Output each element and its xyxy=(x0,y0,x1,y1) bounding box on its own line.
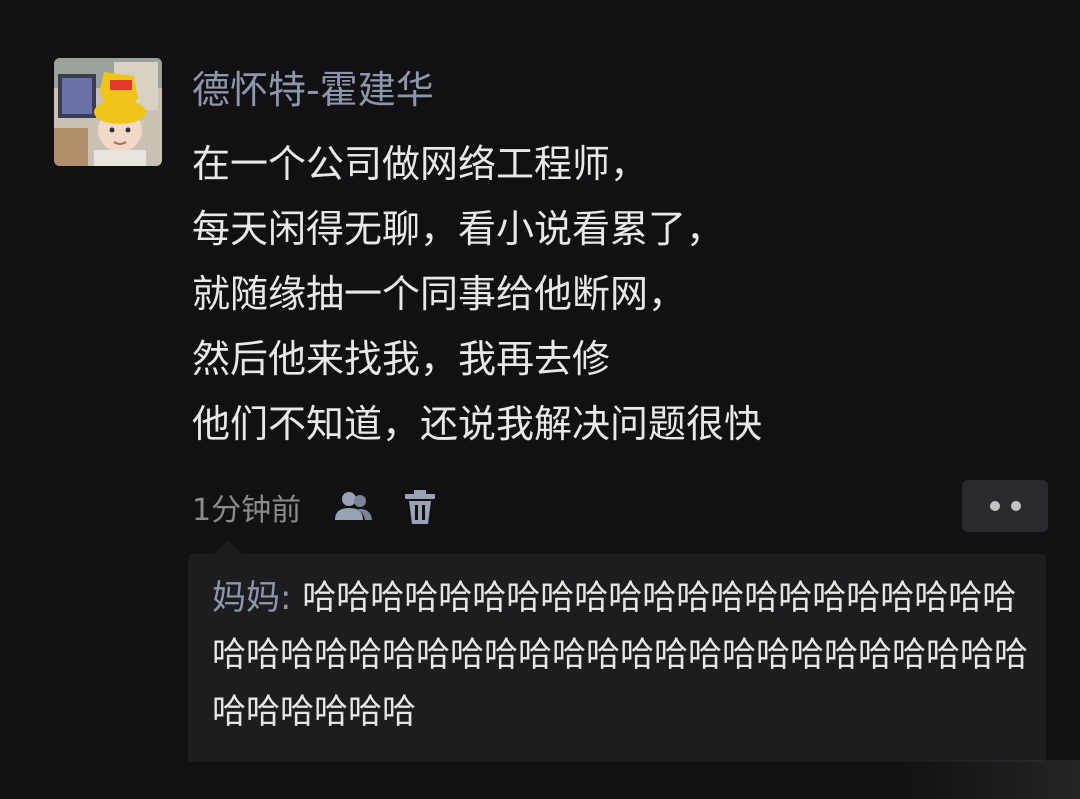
friends-icon[interactable] xyxy=(331,484,377,530)
comment-text: 哈哈哈哈哈哈哈哈哈哈哈哈哈哈哈哈哈哈哈哈哈哈哈哈哈哈哈哈哈哈哈哈哈哈哈哈哈哈哈哈… xyxy=(212,578,1028,732)
post-line: 就随缘抽一个同事给他断网， xyxy=(192,272,687,316)
author-name[interactable]: 德怀特-霍建华 xyxy=(192,62,434,118)
post-line: 然后他来找我，我再去修 xyxy=(192,337,611,381)
comment-pointer xyxy=(214,540,242,554)
more-options-button[interactable] xyxy=(962,480,1048,532)
screen-glare xyxy=(900,760,1080,799)
post-line: 他们不知道，还说我解决问题很快 xyxy=(192,402,763,446)
trash-icon[interactable] xyxy=(397,484,443,530)
post-line: 每天闲得无聊，看小说看累了， xyxy=(192,207,725,251)
post-line: 在一个公司做网络工程师， xyxy=(192,142,649,186)
comment[interactable]: 妈妈: 哈哈哈哈哈哈哈哈哈哈哈哈哈哈哈哈哈哈哈哈哈哈哈哈哈哈哈哈哈哈哈哈哈哈哈哈… xyxy=(212,570,1034,741)
comment-separator: : xyxy=(280,578,303,618)
post-meta: 1分钟前 xyxy=(192,482,443,532)
commenter-name[interactable]: 妈妈 xyxy=(212,578,280,618)
avatar[interactable] xyxy=(54,58,162,166)
more-dots-icon xyxy=(1010,501,1021,511)
more-dots-icon xyxy=(989,501,1000,511)
timestamp: 1分钟前 xyxy=(192,493,302,528)
post-content: 在一个公司做网络工程师， 每天闲得无聊，看小说看累了， 就随缘抽一个同事给他断网… xyxy=(192,132,1052,457)
